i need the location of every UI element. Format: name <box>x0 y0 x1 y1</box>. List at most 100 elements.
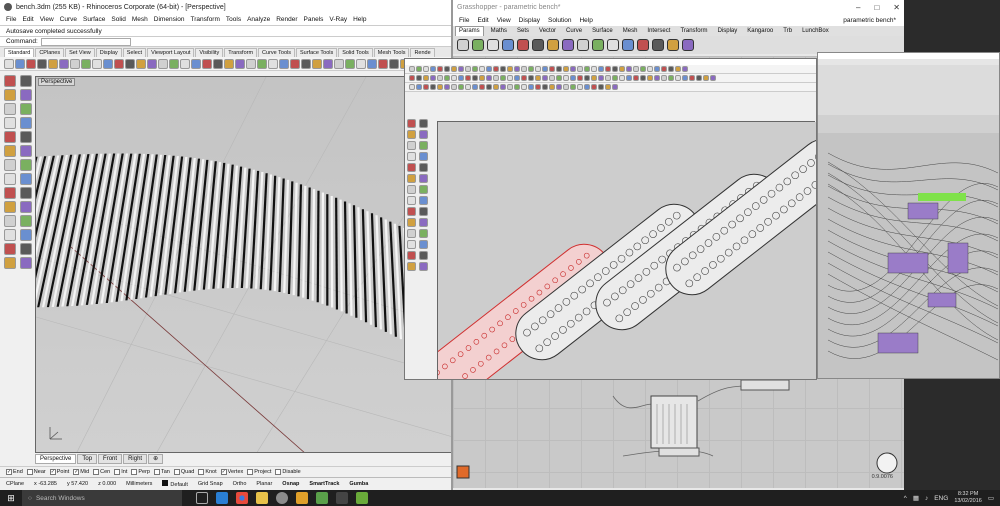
inset-row1-tool-icon[interactable] <box>577 66 583 72</box>
gh-component-tool-icon[interactable] <box>607 39 619 51</box>
inset-row1-tool-icon[interactable] <box>500 66 506 72</box>
toolbar-tab-surface-tools[interactable]: Surface Tools <box>296 48 338 57</box>
standard-tool-icon[interactable] <box>114 58 124 69</box>
inset-row3-tool-icon[interactable] <box>486 84 492 90</box>
standard-tool-icon[interactable] <box>202 58 212 69</box>
inset-row1-tool-icon[interactable] <box>668 66 674 72</box>
viewport-tab-perspective[interactable]: Perspective <box>35 454 77 464</box>
gh-cluster-node[interactable] <box>947 242 969 274</box>
osnap-knot[interactable]: Knot <box>198 469 217 475</box>
left-tool-icon[interactable] <box>20 187 32 199</box>
inset-row3-tool-icon[interactable] <box>556 84 562 90</box>
osnap-project[interactable]: Project <box>247 469 271 475</box>
status-grid-snap[interactable]: Grid Snap <box>198 481 223 487</box>
standard-tool-icon[interactable] <box>356 58 366 69</box>
inset-left-tool-icon[interactable] <box>419 251 428 260</box>
toolbar-tab-display[interactable]: Display <box>95 48 122 57</box>
inset-row2-tool-icon[interactable] <box>647 75 653 81</box>
inset-row3-tool-icon[interactable] <box>493 84 499 90</box>
inset-row1-tool-icon[interactable] <box>612 66 618 72</box>
toolbar-tab-set-view[interactable]: Set View <box>65 48 95 57</box>
gh-menu-view[interactable]: View <box>497 17 511 24</box>
standard-tool-icon[interactable] <box>15 58 25 69</box>
inset-row2-tool-icon[interactable] <box>528 75 534 81</box>
inset-row2-tool-icon[interactable] <box>661 75 667 81</box>
inset-left-tool-icon[interactable] <box>419 152 428 161</box>
inset-row3-tool-icon[interactable] <box>577 84 583 90</box>
gh-tab-kangaroo[interactable]: Kangaroo <box>744 27 776 36</box>
gh-component-tool-icon[interactable] <box>577 39 589 51</box>
viewport-label[interactable]: Perspective <box>38 78 76 86</box>
inset-left-tool-icon[interactable] <box>407 240 416 249</box>
standard-tool-icon[interactable] <box>180 58 190 69</box>
toolbar-tab-mesh-tools[interactable]: Mesh Tools <box>373 48 410 57</box>
standard-tool-icon[interactable] <box>125 58 135 69</box>
gh-component-tool-icon[interactable] <box>517 39 529 51</box>
inset-row3-tool-icon[interactable] <box>563 84 569 90</box>
inset-row2-tool-icon[interactable] <box>640 75 646 81</box>
left-tool-icon[interactable] <box>20 201 32 213</box>
menu-analyze[interactable]: Analyze <box>247 16 270 23</box>
gh-param-node[interactable] <box>740 379 790 391</box>
osnap-perp[interactable]: Perp <box>131 469 150 475</box>
standard-tool-icon[interactable] <box>81 58 91 69</box>
left-tool-icon[interactable] <box>4 243 16 255</box>
inset-row3-tool-icon[interactable] <box>479 84 485 90</box>
inset-left-tool-icon[interactable] <box>407 174 416 183</box>
inset-row1-tool-icon[interactable] <box>409 66 415 72</box>
toolbar-tab-curve-tools[interactable]: Curve Tools <box>258 48 295 57</box>
inset-row2-tool-icon[interactable] <box>626 75 632 81</box>
gh-menu-edit[interactable]: Edit <box>477 17 488 24</box>
inset-row2-tool-icon[interactable] <box>591 75 597 81</box>
folder-icon[interactable] <box>256 492 268 504</box>
inset-row1-tool-icon[interactable] <box>535 66 541 72</box>
inset-row1-tool-icon[interactable] <box>437 66 443 72</box>
standard-tool-icon[interactable] <box>191 58 201 69</box>
inset-left-tool-icon[interactable] <box>419 119 428 128</box>
inset-left-tool-icon[interactable] <box>407 130 416 139</box>
standard-tool-icon[interactable] <box>224 58 234 69</box>
gh-menu-display[interactable]: Display <box>519 17 540 24</box>
left-tool-icon[interactable] <box>20 75 32 87</box>
gh-tab-params[interactable]: Params <box>455 26 484 36</box>
inset-row1-tool-icon[interactable] <box>549 66 555 72</box>
inset-row3-tool-icon[interactable] <box>535 84 541 90</box>
gh-component-tool-icon[interactable] <box>592 39 604 51</box>
menu-panels[interactable]: Panels <box>304 16 324 23</box>
inset-row2-tool-icon[interactable] <box>507 75 513 81</box>
language-indicator[interactable]: ENG <box>934 495 948 502</box>
toolbar-tab-render[interactable]: Rende <box>410 48 435 57</box>
toolbar-tab-visibility[interactable]: Visibility <box>195 48 224 57</box>
inset-row3-tool-icon[interactable] <box>458 84 464 90</box>
task-view-icon[interactable] <box>196 492 208 504</box>
inset-row2-tool-icon[interactable] <box>416 75 422 81</box>
gh-component-tool-icon[interactable] <box>682 39 694 51</box>
inset-left-tool-icon[interactable] <box>407 196 416 205</box>
inset-row3-tool-icon[interactable] <box>472 84 478 90</box>
inset-row3-tool-icon[interactable] <box>451 84 457 90</box>
standard-tool-icon[interactable] <box>345 58 355 69</box>
inset-row2-tool-icon[interactable] <box>654 75 660 81</box>
gh-component-tool-icon[interactable] <box>547 39 559 51</box>
gh-cluster-node[interactable] <box>907 202 939 220</box>
inset-row2-tool-icon[interactable] <box>409 75 415 81</box>
gh-component-tool-icon[interactable] <box>622 39 634 51</box>
standard-tool-icon[interactable] <box>334 58 344 69</box>
left-tool-icon[interactable] <box>4 173 16 185</box>
inset-row2-tool-icon[interactable] <box>577 75 583 81</box>
inset-row2-tool-icon[interactable] <box>500 75 506 81</box>
inset-row3-tool-icon[interactable] <box>570 84 576 90</box>
inset-row3-tool-icon[interactable] <box>430 84 436 90</box>
inset-row1-tool-icon[interactable] <box>682 66 688 72</box>
close-icon[interactable]: ✕ <box>893 3 900 12</box>
inset-row1-tool-icon[interactable] <box>479 66 485 72</box>
inset-row2-tool-icon[interactable] <box>521 75 527 81</box>
inset-row1-tool-icon[interactable] <box>542 66 548 72</box>
inset-left-tool-icon[interactable] <box>407 262 416 271</box>
viewport-tab-top[interactable]: Top <box>77 454 98 464</box>
standard-tool-icon[interactable] <box>246 58 256 69</box>
menu-vray[interactable]: V-Ray <box>329 16 347 23</box>
inset-left-tool-icon[interactable] <box>419 130 428 139</box>
osnap-checkbox[interactable] <box>198 469 205 475</box>
network-icon[interactable]: ▦ <box>913 494 919 502</box>
